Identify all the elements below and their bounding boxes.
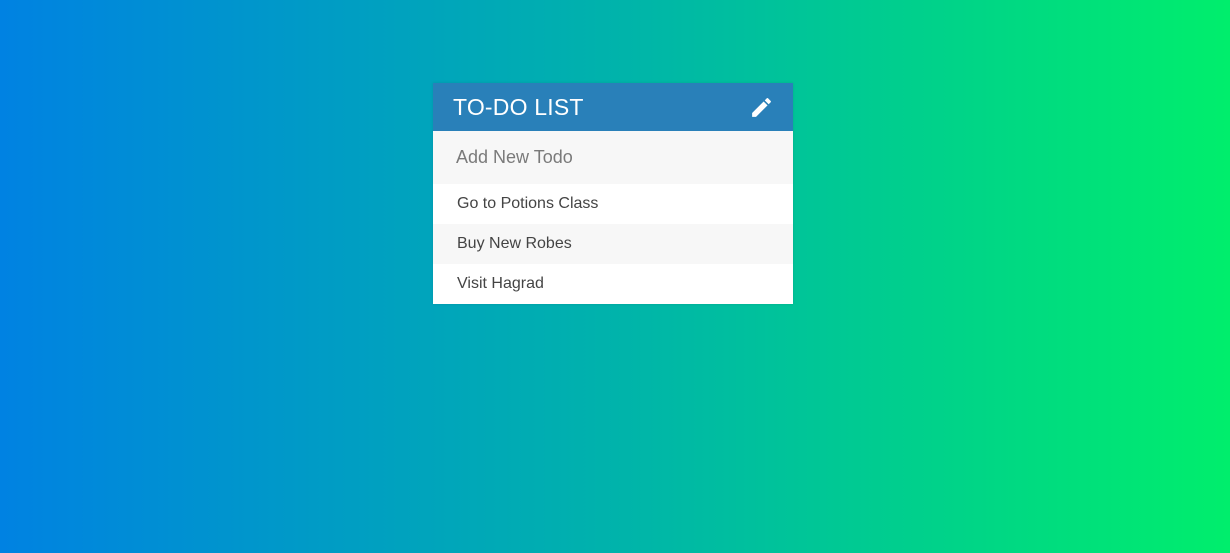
pencil-icon (751, 97, 771, 117)
todo-item[interactable]: Go to Potions Class (433, 184, 793, 224)
todo-header: TO-DO LIST (433, 83, 793, 131)
todo-item[interactable]: Buy New Robes (433, 224, 793, 264)
todo-title: TO-DO LIST (453, 93, 584, 120)
toggle-form-button[interactable] (747, 93, 775, 121)
todo-item[interactable]: Visit Hagrad (433, 264, 793, 304)
todo-list: Go to Potions Class Buy New Robes Visit … (433, 184, 793, 304)
todo-card: TO-DO LIST Go to Potions Class Buy New R… (433, 83, 793, 304)
new-todo-input[interactable] (433, 131, 793, 184)
